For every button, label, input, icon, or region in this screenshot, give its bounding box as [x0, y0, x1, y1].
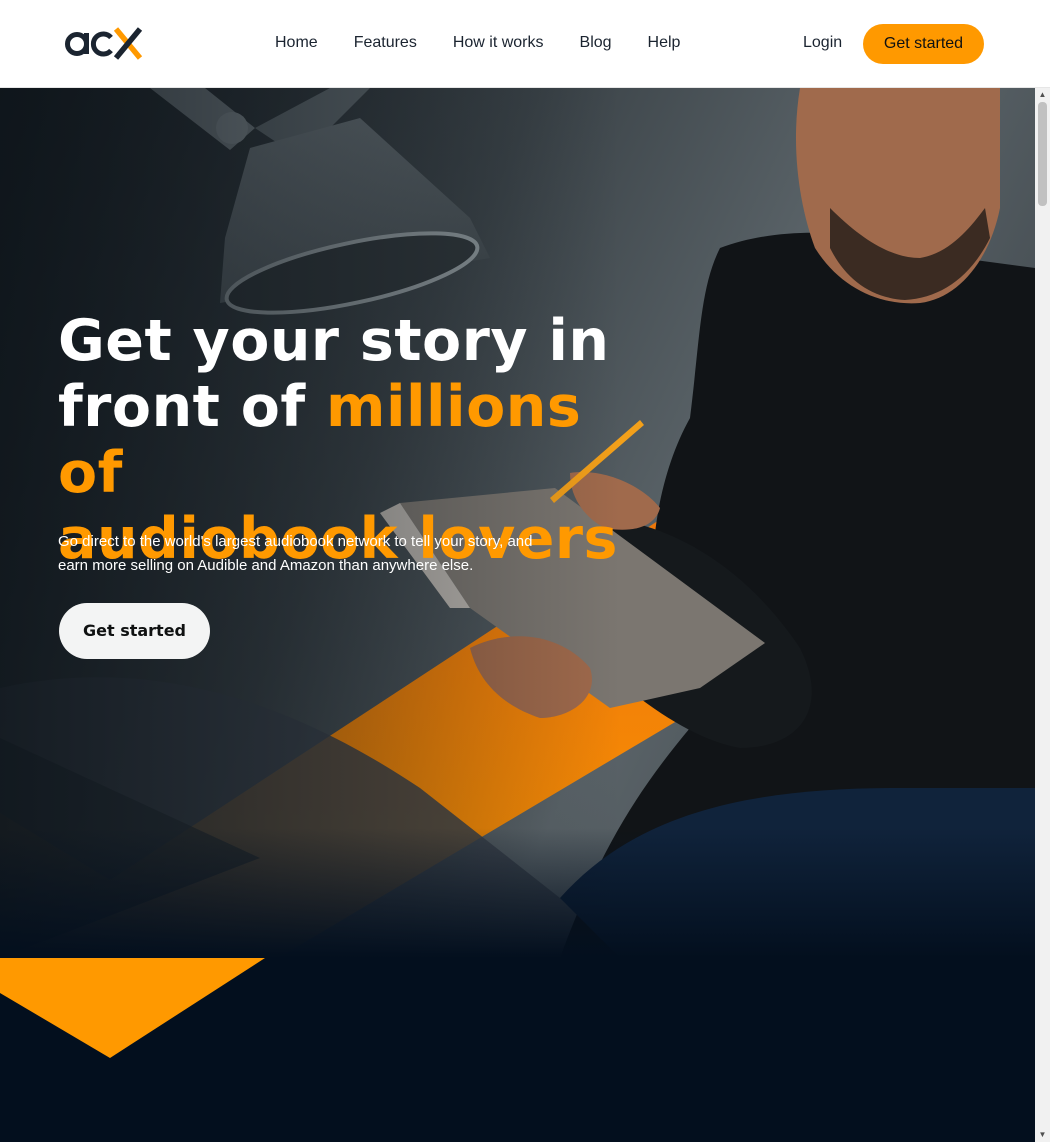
nav-blog-link[interactable]: Blog	[580, 33, 612, 53]
arrow-down-icon[interactable]: ▼	[1035, 1128, 1050, 1142]
arrow-up-icon[interactable]: ▲	[1035, 88, 1050, 102]
site-header: Home Features How it works Blog Help Log…	[0, 0, 1050, 88]
hero-section: Get your story in front of millions of a…	[0, 88, 1035, 1142]
headline-line-2: front of	[58, 374, 327, 440]
nav-features-link[interactable]: Features	[354, 33, 417, 53]
hero-get-started-button[interactable]: Get started	[59, 603, 210, 659]
main-nav: Home Features How it works Blog Help	[275, 33, 716, 53]
nav-how-it-works-link[interactable]: How it works	[453, 33, 544, 53]
header-get-started-button[interactable]: Get started	[863, 24, 984, 64]
nav-home-link[interactable]: Home	[275, 33, 318, 53]
login-link[interactable]: Login	[803, 33, 842, 53]
acx-logo[interactable]	[64, 24, 146, 64]
scrollbar-thumb[interactable]	[1038, 102, 1047, 206]
headline-line-1: Get your story in	[58, 308, 610, 374]
page-scrollbar[interactable]: ▲ ▼	[1035, 88, 1050, 1142]
hero-subtext: Go direct to the world's largest audiobo…	[58, 533, 533, 574]
nav-help-link[interactable]: Help	[648, 33, 681, 53]
